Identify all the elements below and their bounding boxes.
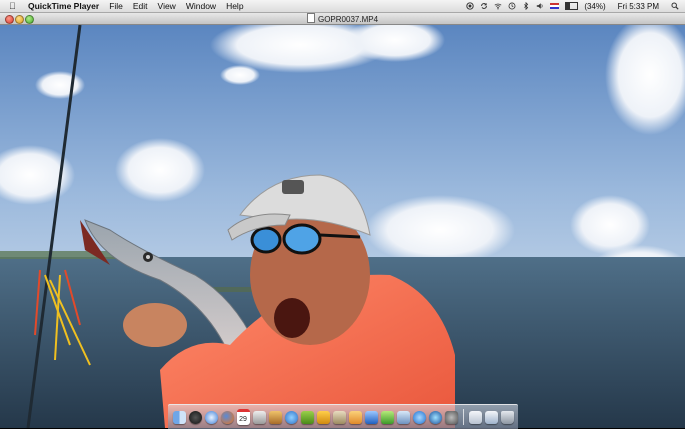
menu-edit[interactable]: Edit xyxy=(133,1,148,11)
spotlight-icon[interactable] xyxy=(671,2,679,10)
document-icon xyxy=(306,13,315,23)
firefox-icon[interactable] xyxy=(220,410,234,424)
menu-bar:  QuickTime Player File Edit View Window… xyxy=(0,0,685,13)
preview-icon[interactable] xyxy=(396,410,410,424)
documents-icon[interactable] xyxy=(468,410,482,424)
downloads-icon[interactable] xyxy=(484,410,498,424)
trash-icon[interactable] xyxy=(500,410,514,424)
safari-icon[interactable] xyxy=(204,410,218,424)
window-title: GOPR0037.MP4 xyxy=(317,15,379,24)
ical-icon[interactable] xyxy=(252,410,266,424)
record-icon[interactable] xyxy=(466,2,474,10)
menu-app-name[interactable]: QuickTime Player xyxy=(28,1,99,11)
app-store-icon[interactable] xyxy=(412,410,426,424)
time-machine-icon[interactable] xyxy=(508,2,516,10)
menu-clock[interactable]: Fri 5:33 PM xyxy=(618,2,659,11)
itunes-icon[interactable] xyxy=(284,410,298,424)
iphoto-icon[interactable] xyxy=(268,410,282,424)
battery-icon[interactable] xyxy=(565,2,579,10)
window-title-bar[interactable]: GOPR0037.MP4 xyxy=(0,13,685,25)
video-frame[interactable] xyxy=(0,25,685,428)
volume-icon[interactable] xyxy=(536,2,544,10)
dock: 29 xyxy=(168,404,518,429)
finder-icon[interactable] xyxy=(172,410,186,424)
sync-icon[interactable] xyxy=(480,2,488,10)
numbers-icon[interactable] xyxy=(380,410,394,424)
calendar-icon[interactable]: 29 xyxy=(236,409,250,425)
imovie-icon[interactable] xyxy=(316,410,330,424)
status-area: (34%) Fri 5:33 PM xyxy=(466,0,679,12)
garageband-icon[interactable] xyxy=(300,410,314,424)
keynote-icon[interactable] xyxy=(364,410,378,424)
menu-window[interactable]: Window xyxy=(186,1,216,11)
video-image xyxy=(0,25,685,428)
bluetooth-icon[interactable] xyxy=(522,2,530,10)
wifi-icon[interactable] xyxy=(494,2,502,10)
system-preferences-icon[interactable] xyxy=(444,410,458,424)
flag-icon[interactable] xyxy=(550,3,560,9)
battery-percent: (34%) xyxy=(584,1,606,11)
menu-help[interactable]: Help xyxy=(226,1,243,11)
menu-file[interactable]: File xyxy=(109,1,123,11)
dock-separator xyxy=(462,409,464,425)
iweb-icon[interactable] xyxy=(332,410,346,424)
quicktime-icon[interactable] xyxy=(428,410,442,424)
dashboard-icon[interactable] xyxy=(188,410,202,424)
apple-icon[interactable]:  xyxy=(9,0,19,12)
pages-icon[interactable] xyxy=(348,410,362,424)
menu-view[interactable]: View xyxy=(158,1,176,11)
